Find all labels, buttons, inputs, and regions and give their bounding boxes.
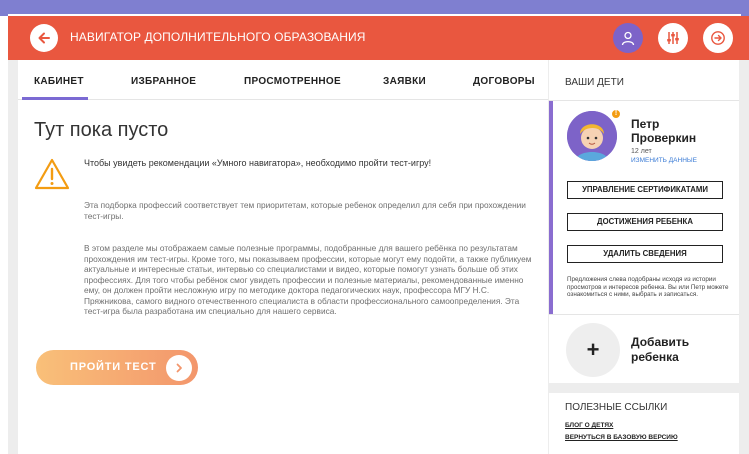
tab-favorites[interactable]: ИЗБРАННОЕ [131, 76, 196, 87]
test-notice-text: Чтобы увидеть рекомендации «Умного навиг… [84, 158, 432, 168]
take-test-label: ПРОЙТИ ТЕСТ [70, 361, 157, 373]
tab-cabinet[interactable]: КАБИНЕТ [34, 76, 84, 87]
child-avatar[interactable] [567, 111, 617, 161]
logout-button[interactable] [703, 23, 733, 53]
plus-icon: + [586, 337, 600, 362]
app-title: НАВИГАТОР ДОПОЛНИТЕЛЬНОГО ОБРАЗОВАНИЯ [70, 30, 366, 44]
child-note: Предложения слева подобраны исходя из ис… [567, 276, 729, 298]
children-header: ВАШИ ДЕТИ [565, 77, 624, 88]
app-header: НАВИГАТОР ДОПОЛНИТЕЛЬНОГО ОБРАЗОВАНИЯ [8, 16, 749, 60]
warning-icon [34, 158, 70, 195]
filter-button[interactable] [658, 23, 688, 53]
section-separator [549, 383, 739, 393]
section-description: В этом разделе мы отображаем самые полез… [84, 243, 532, 316]
divider [549, 314, 739, 315]
basic-version-link[interactable]: ВЕРНУТЬСЯ В БАЗОВУЮ ВЕРСИЮ [565, 434, 678, 441]
child-first-name: Петр [631, 117, 660, 131]
user-avatar-button[interactable] [613, 23, 643, 53]
blog-link[interactable]: БЛОГ О ДЕТЯХ [565, 422, 613, 429]
browser-top-strip [0, 0, 749, 16]
back-button[interactable] [30, 24, 58, 52]
child-card: ! Петр Проверкин 12 лет ИЗМЕНИТЬ ДАННЫЕ … [549, 101, 739, 314]
tab-contracts[interactable]: ДОГОВОРЫ [473, 76, 535, 87]
arrow-left-icon [38, 32, 50, 44]
main-panel: КАБИНЕТ ИЗБРАННОЕ ПРОСМОТРЕННОЕ ЗАЯВКИ Д… [18, 60, 548, 454]
chevron-right-icon [166, 355, 192, 381]
active-tab-indicator [22, 97, 88, 100]
take-test-button[interactable]: ПРОЙТИ ТЕСТ [36, 350, 198, 385]
add-child-button[interactable]: + [566, 323, 620, 377]
tab-applications[interactable]: ЗАЯВКИ [383, 76, 426, 87]
tab-viewed[interactable]: ПРОСМОТРЕННОЕ [244, 76, 341, 87]
sliders-icon [667, 32, 679, 44]
edit-data-link[interactable]: ИЗМЕНИТЬ ДАННЫЕ [631, 157, 697, 164]
tab-bar: КАБИНЕТ ИЗБРАННОЕ ПРОСМОТРЕННОЕ ЗАЯВКИ Д… [18, 60, 548, 100]
selection-description: Эта подборка профессий соответствует тем… [84, 200, 526, 221]
useful-links-title: ПОЛЕЗНЫЕ ССЫЛКИ [565, 402, 668, 413]
manage-certificates-button[interactable]: УПРАВЛЕНИЕ СЕРТИФИКАТАМИ [567, 181, 723, 199]
children-sidebar: ВАШИ ДЕТИ ! Петр Проверкин 12 лет ИЗМЕНИ… [549, 60, 739, 454]
add-child-label-line2: ребенка [631, 350, 679, 364]
child-last-name: Проверкин [631, 131, 697, 145]
page-title: Тут пока пусто [34, 119, 169, 141]
delete-data-button[interactable]: УДАЛИТЬ СВЕДЕНИЯ [567, 245, 723, 263]
child-age: 12 лет [631, 148, 652, 155]
child-achievements-button[interactable]: ДОСТИЖЕНИЯ РЕБЕНКА [567, 213, 723, 231]
user-icon [621, 31, 635, 46]
add-child-label-line1: Добавить [631, 335, 690, 349]
notification-badge: ! [611, 109, 621, 119]
logout-icon [711, 31, 725, 45]
add-child-label[interactable]: Добавить ребенка [631, 335, 689, 365]
